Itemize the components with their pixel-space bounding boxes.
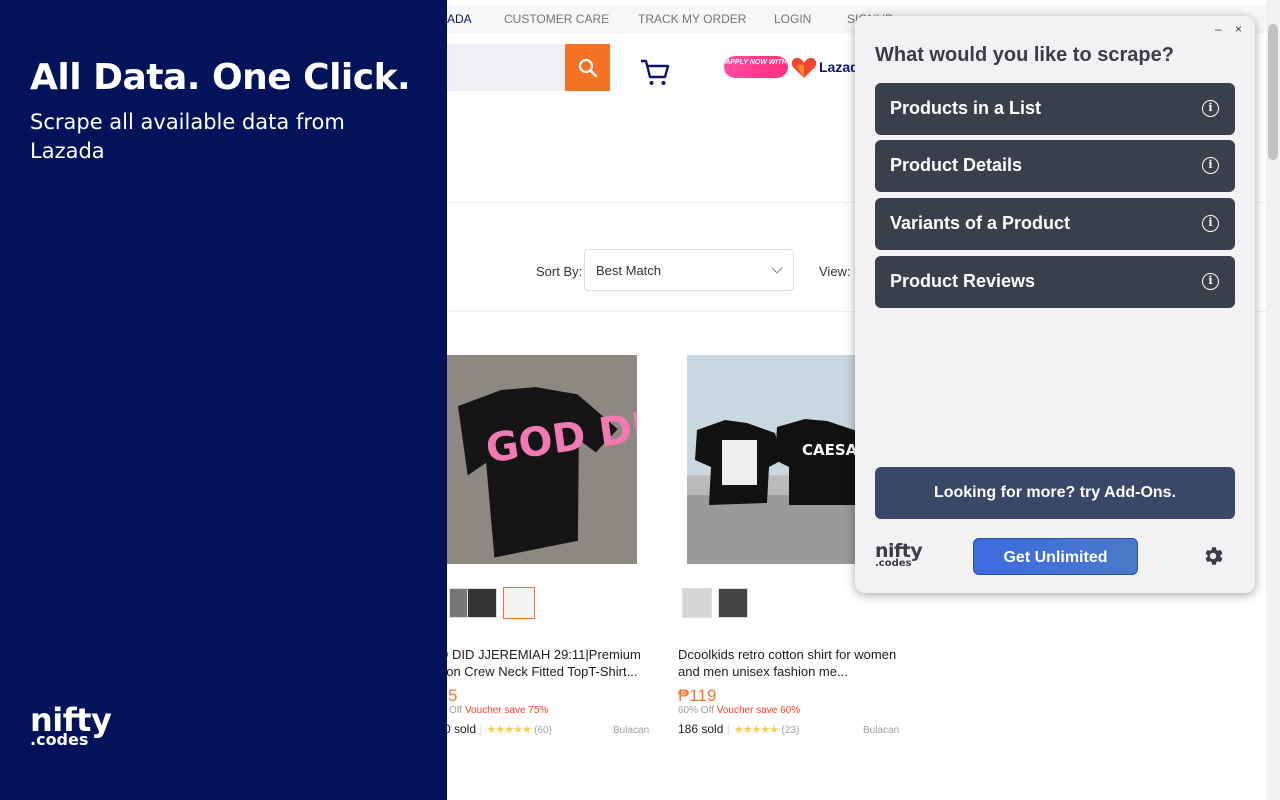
product-1-sold: 0 sold (447, 722, 477, 736)
info-icon[interactable]: i (1202, 215, 1219, 232)
scrollbar-thumb[interactable] (1268, 24, 1278, 160)
page-scrollbar[interactable] (1266, 0, 1280, 800)
sort-select[interactable]: Best Match (584, 249, 794, 291)
product-1-name[interactable]: D DID JJEREMIAH 29:11|Premium tton Crew … (447, 646, 659, 680)
cart-icon[interactable] (639, 57, 671, 89)
promo-panel: All Data. One Click. Scrape all availabl… (0, 0, 447, 800)
product-thumb[interactable] (718, 588, 748, 618)
nifty-codes-logo: nifty .codes (30, 704, 112, 748)
addons-button[interactable]: Looking for more? try Add-Ons. (875, 467, 1235, 519)
minimize-button[interactable]: – (1215, 22, 1222, 36)
option-products-in-list-button[interactable]: Products in a List i (875, 83, 1235, 135)
product-2-name[interactable]: Dcoolkids retro cotton shirt for women a… (678, 646, 898, 680)
popup-nifty-logo: nifty .codes (875, 542, 923, 569)
top-strip (447, 0, 1266, 7)
popup-title: What would you like to scrape? (875, 44, 1174, 66)
option-product-reviews-button[interactable]: Product Reviews i (875, 256, 1235, 308)
topnav-track-order-link[interactable]: TRACK MY ORDER (638, 12, 746, 26)
product-2-meta: 186 sold | ★★★★★ (23) (678, 722, 800, 736)
tshirt-image: GOD DID (447, 355, 637, 564)
product-2-location: Bulacan (863, 725, 900, 736)
info-icon[interactable]: i (1202, 157, 1219, 174)
product-thumb[interactable] (467, 588, 497, 618)
search-button[interactable] (565, 44, 610, 91)
search-icon (578, 58, 597, 77)
search-input[interactable] (447, 44, 565, 91)
topnav-login-link[interactable]: LOGIN (774, 12, 811, 26)
topnav-customer-care-link[interactable]: CUSTOMER CARE (504, 12, 609, 26)
view-label: View: (819, 264, 851, 279)
product-1-discount: Off Voucher save 75% (449, 705, 548, 716)
product-2-sold: 186 sold (678, 722, 724, 736)
product-1-stars: ★★★★★ (486, 724, 532, 736)
product-2-discount: 60% Off Voucher save 60% (678, 705, 800, 716)
option-label: Product Details (890, 155, 1023, 175)
product-1-price: 5 (448, 686, 458, 705)
promo-subtext: Scrape all available data from Lazada (30, 110, 345, 163)
product-2-stars: ★★★★★ (733, 724, 779, 736)
info-icon[interactable]: i (1202, 100, 1219, 117)
apply-now-badge[interactable]: APPLY NOW WITH (724, 56, 788, 78)
product-image[interactable]: CAESAR (687, 355, 857, 564)
get-unlimited-button[interactable]: Get Unlimited (973, 538, 1138, 575)
product-1-meta: 0 sold | ★★★★★ (60) (447, 722, 552, 736)
option-label: Product Reviews (890, 271, 1036, 291)
lazada-heart-icon (791, 57, 817, 78)
option-label: Variants of a Product (890, 213, 1071, 233)
product-2-voucher: Voucher save 60% (716, 705, 801, 716)
product-thumb-selected[interactable] (503, 587, 535, 619)
chevron-down-icon (771, 262, 783, 274)
gear-icon[interactable] (1201, 544, 1225, 568)
product-2-reviews: (23) (781, 725, 800, 736)
close-button[interactable]: × (1235, 22, 1242, 36)
product-thumb[interactable] (682, 588, 712, 618)
scraper-popup: – × What would you like to scrape? Produ… (855, 16, 1255, 593)
product-1-voucher: Voucher save 75% (464, 705, 549, 716)
product-1-reviews: (60) (534, 725, 552, 736)
option-product-details-button[interactable]: Product Details i (875, 140, 1235, 192)
product-1-location: Bulacan (613, 725, 650, 736)
topnav-lazada-link[interactable]: ADA (447, 12, 472, 26)
promo-headline: All Data. One Click. (30, 57, 411, 98)
product-2-image-text: CAESAR (802, 441, 857, 459)
option-variants-button[interactable]: Variants of a Product i (875, 198, 1235, 250)
tshirt-image: CAESAR (687, 355, 857, 564)
option-label: Products in a List (890, 98, 1042, 118)
product-image[interactable]: GOD DID (447, 355, 637, 564)
product-2-price: ₱119 (678, 686, 717, 705)
info-icon[interactable]: i (1202, 273, 1219, 290)
sort-value: Best Match (596, 263, 662, 278)
product-2-discount-text: 60% Off (678, 705, 714, 716)
product-1-discount-text: Off (449, 705, 463, 716)
sort-label: Sort By: (536, 264, 583, 279)
